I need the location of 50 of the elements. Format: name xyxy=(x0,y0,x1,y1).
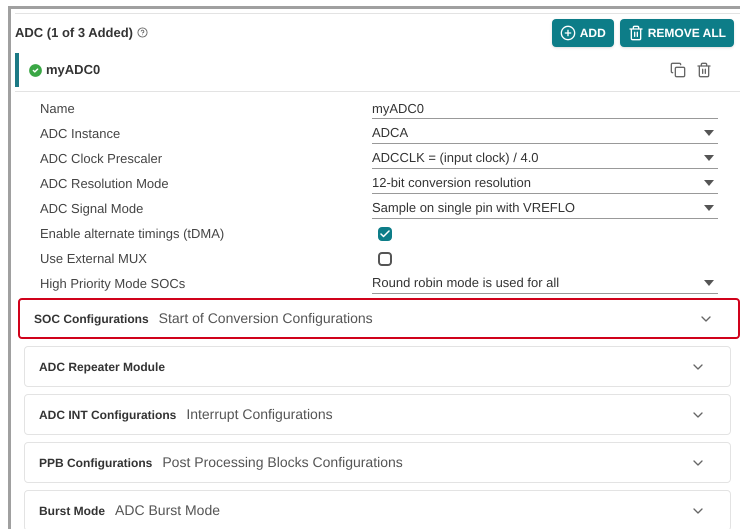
dropdown-field[interactable]: ADCA xyxy=(372,124,718,144)
dropdown-field[interactable]: 12-bit conversion resolution xyxy=(372,174,718,194)
dropdown-arrow-icon xyxy=(704,155,714,161)
section-title: PPB Configurations xyxy=(39,455,152,472)
dropdown-value: Sample on single pin with VREFLO xyxy=(372,199,576,218)
name-field[interactable]: myADC0 xyxy=(372,98,718,118)
copy-icon[interactable] xyxy=(670,62,686,78)
dropdown-value: Round robin mode is used for all xyxy=(372,274,560,292)
field-label: High Priority Mode SOCs xyxy=(39,274,186,293)
dropdown-field[interactable]: Sample on single pin with VREFLO xyxy=(372,198,718,218)
field-label: ADC Signal Mode xyxy=(39,200,144,218)
dropdown-arrow-icon xyxy=(704,180,714,186)
collapsible-section[interactable]: ADC INT Configurations Interrupt Configurations xyxy=(24,394,731,435)
collapsible-section[interactable]: PPB Configurations Post Processing Blocks Configurations xyxy=(24,442,731,483)
section-title: ADC INT Configurations xyxy=(39,407,176,424)
field-label: ADC Clock Prescaler xyxy=(39,150,164,168)
dropdown-field[interactable]: ADCCLK = (input clock) / 4.0 xyxy=(372,148,718,168)
section-title: ADC Repeater Module xyxy=(39,358,166,376)
instance-row[interactable]: myADC0 xyxy=(15,53,740,87)
dropdown-value: ADCCLK = (input clock) / 4.0 xyxy=(372,149,539,168)
collapsible-section[interactable]: Burst Mode ADC Burst Mode xyxy=(24,490,731,529)
checkbox[interactable] xyxy=(378,226,392,240)
section-title: SOC Configurations xyxy=(34,311,149,328)
plus-circle-icon xyxy=(560,24,576,40)
checkbox[interactable] xyxy=(378,252,392,266)
dropdown-field[interactable]: Round robin mode is used for all xyxy=(372,274,718,294)
field-label: Use External MUX xyxy=(39,250,148,268)
trash-icon xyxy=(628,24,644,40)
field-label: ADC Instance xyxy=(39,124,122,143)
collapsible-section[interactable]: ADC Repeater Module xyxy=(24,346,731,387)
help-icon[interactable] xyxy=(136,27,148,38)
section-title: Burst Mode xyxy=(39,503,105,520)
dropdown-value: 12-bit conversion resolution xyxy=(372,174,531,192)
dropdown-arrow-icon xyxy=(704,130,714,136)
collapsible-section[interactable]: SOC Configurations Start of Conversion Configurations xyxy=(18,298,740,339)
add-button[interactable]: ADD xyxy=(552,18,614,46)
remove-all-button[interactable]: REMOVE ALL xyxy=(620,18,734,46)
section-subtitle: Post Processing Blocks Configurations xyxy=(162,453,403,472)
field-label: Name xyxy=(39,100,76,118)
panel-title: ADC (1 of 3 Added) xyxy=(15,24,133,42)
section-subtitle: Start of Conversion Configurations xyxy=(158,309,373,328)
field-label: ADC Resolution Mode xyxy=(39,174,170,193)
dropdown-value: ADCA xyxy=(372,124,408,142)
dropdown-arrow-icon xyxy=(704,280,714,286)
dropdown-arrow-icon xyxy=(704,205,714,211)
trash-icon[interactable] xyxy=(696,62,712,78)
field-label: Enable alternate timings (tDMA) xyxy=(39,224,226,243)
instance-name: myADC0 xyxy=(46,61,100,80)
section-subtitle: ADC Burst Mode xyxy=(115,501,220,520)
section-subtitle: Interrupt Configurations xyxy=(186,405,333,424)
